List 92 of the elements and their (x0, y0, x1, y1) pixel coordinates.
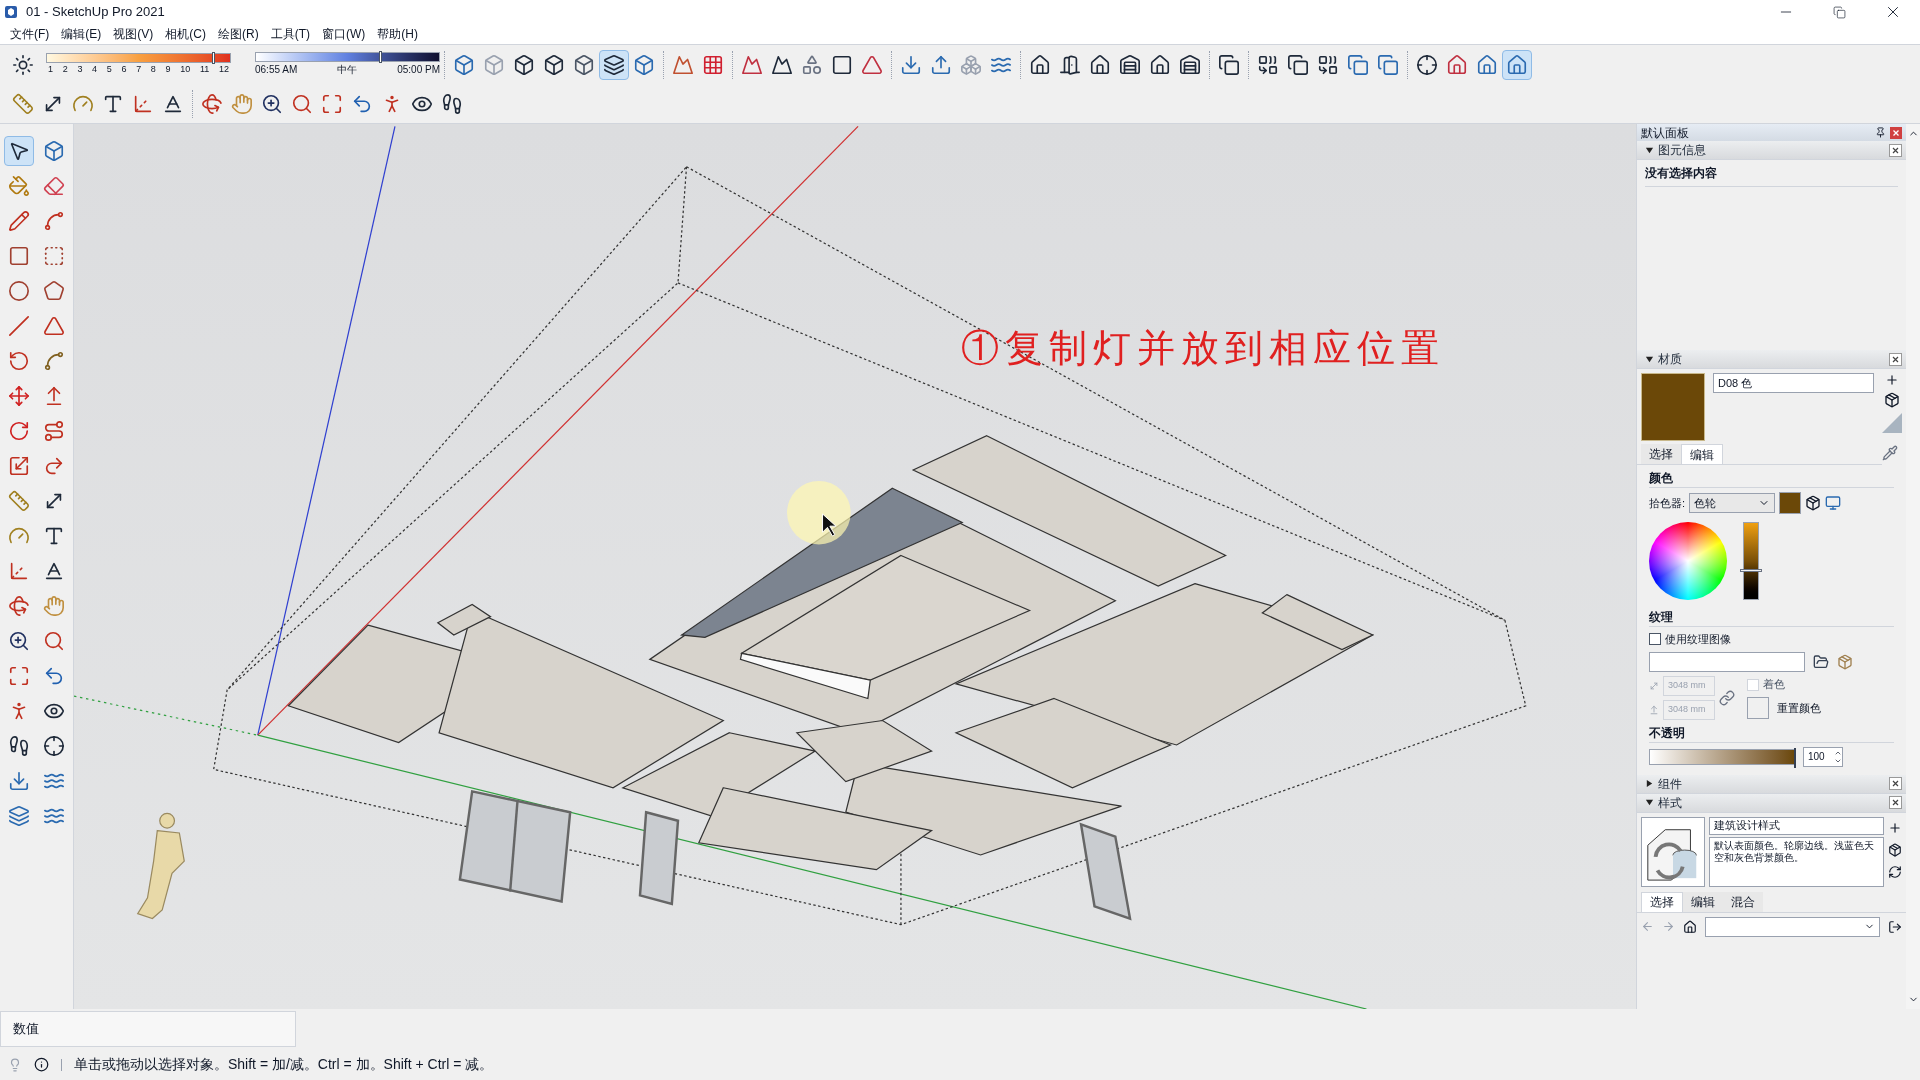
scrollbar[interactable] (1906, 124, 1920, 1009)
section-title: 组件 (1658, 775, 1682, 793)
refresh-icon[interactable] (1888, 864, 1902, 879)
menu-item[interactable]: 相机(C) (159, 24, 212, 44)
checkbox-label: 使用纹理图像 (1665, 632, 1731, 647)
export-icon[interactable] (1888, 919, 1902, 934)
package-icon[interactable] (1884, 392, 1900, 408)
texture-heading: 纹理 (1649, 608, 1894, 627)
tab[interactable]: 混合 (1723, 891, 1763, 912)
tab[interactable]: 选择 (1641, 891, 1683, 912)
time-label: 05:00 PM (397, 63, 440, 77)
slider-thumb[interactable] (378, 51, 382, 63)
style-name-field[interactable]: 建筑设计样式 (1709, 816, 1884, 835)
section-header[interactable]: 图元信息 (1637, 141, 1906, 160)
section-header[interactable]: 材质 (1637, 350, 1906, 369)
window-title: 01 - SketchUp Pro 2021 (26, 3, 165, 22)
eyedropper-icon[interactable] (1882, 445, 1898, 461)
style-description: 默认表面颜色。轮廓边线。浅蓝色天空和灰色背景颜色。 (1709, 836, 1884, 887)
tab[interactable]: 编辑 (1683, 891, 1723, 912)
close-icon[interactable] (1889, 796, 1902, 809)
entity-info-text: 没有选择内容 (1645, 164, 1898, 187)
close-icon[interactable] (1889, 143, 1902, 157)
time-label: 中午 (337, 63, 358, 77)
section-title: 样式 (1658, 794, 1682, 812)
month-label: 2 (62, 62, 68, 76)
triangle-icon (1882, 413, 1902, 433)
checkbox-label: 着色 (1763, 677, 1785, 693)
color-swatch[interactable] (1779, 492, 1802, 514)
picker-label: 拾色器: (1649, 495, 1686, 511)
section-title: 图元信息 (1658, 142, 1706, 159)
month-label: 6 (121, 62, 127, 76)
layers-icon[interactable] (599, 49, 629, 80)
month-label: 4 (92, 62, 98, 76)
month-label: 11 (199, 62, 210, 76)
measurements-box[interactable]: 数值 (0, 1011, 296, 1047)
create-style-icon[interactable] (1888, 820, 1902, 835)
annotation-text: ①复制灯并放到相应位置 (961, 325, 1445, 372)
menu-item[interactable]: 视图(V) (107, 24, 160, 44)
style-collection-dropdown[interactable] (1705, 916, 1880, 937)
close-icon[interactable] (1889, 352, 1902, 366)
menu-item[interactable]: 帮助(H) (371, 24, 424, 44)
month-label: 8 (150, 62, 156, 76)
pointer-icon[interactable] (4, 136, 34, 166)
tab[interactable]: 编辑 (1681, 444, 1723, 464)
time-label: 06:55 AM (255, 63, 298, 77)
viewport[interactable]: ①复制灯并放到相应位置 (74, 124, 1636, 1009)
close-icon[interactable] (1889, 777, 1902, 790)
picker-dropdown[interactable]: 色轮 (1689, 493, 1776, 513)
month-label: 7 (136, 62, 142, 76)
create-material-icon[interactable] (1885, 373, 1899, 387)
material-name-field[interactable]: D08 色 (1713, 373, 1874, 393)
opacity-field[interactable]: 100 (1803, 746, 1843, 767)
monitor-icon[interactable] (1825, 495, 1842, 511)
section-title: 材质 (1658, 351, 1682, 368)
opacity-heading: 不透明 (1649, 723, 1894, 743)
app-logo-icon (4, 5, 18, 19)
restore-icon[interactable] (1833, 5, 1846, 19)
package-icon[interactable] (1888, 842, 1902, 857)
slider-thumb[interactable] (211, 51, 215, 64)
month-label: 12 (218, 62, 229, 76)
material-swatch[interactable] (1641, 373, 1705, 441)
texture-path-field[interactable] (1649, 651, 1805, 672)
color-heading: 颜色 (1649, 469, 1894, 488)
menu-item[interactable]: 窗口(W) (316, 24, 372, 44)
month-label: 3 (77, 62, 83, 76)
checkbox[interactable] (1649, 633, 1661, 646)
folder-icon[interactable] (1813, 653, 1829, 670)
menu-item[interactable]: 工具(T) (264, 24, 316, 44)
height-arrow-icon (1649, 704, 1659, 715)
shadow-date-slider[interactable] (46, 52, 231, 63)
section-header[interactable]: 组件 (1637, 774, 1906, 794)
menu-item[interactable]: 文件(F) (4, 24, 56, 44)
month-label: 5 (106, 62, 112, 76)
month-label: 9 (165, 62, 171, 76)
width-arrow-icon (1649, 680, 1659, 691)
reset-color-swatch[interactable] (1747, 696, 1769, 719)
opacity-slider[interactable] (1649, 748, 1795, 765)
link-icon[interactable] (1719, 689, 1735, 706)
package-icon[interactable] (1805, 495, 1822, 511)
status-text: 单击或拖动以选择对象。Shift = 加/减。Ctrl = 加。Shift + Ctrl = 减。 (74, 1055, 494, 1074)
shadow-time-slider[interactable] (255, 52, 440, 62)
month-label: 10 (180, 62, 191, 76)
menu-item[interactable]: 编辑(E) (55, 24, 108, 44)
reset-color-label: 重置颜色 (1777, 700, 1821, 716)
info-icon[interactable] (34, 1057, 49, 1072)
style-thumbnail[interactable] (1641, 816, 1705, 887)
tab[interactable]: 选择 (1641, 444, 1681, 464)
house-icon[interactable] (1683, 919, 1697, 934)
pin-icon[interactable] (1875, 127, 1886, 138)
month-label: 1 (48, 62, 53, 76)
menu-item[interactable]: 绘图(R) (212, 24, 265, 44)
panel-title: 默认面板 (1641, 124, 1689, 142)
